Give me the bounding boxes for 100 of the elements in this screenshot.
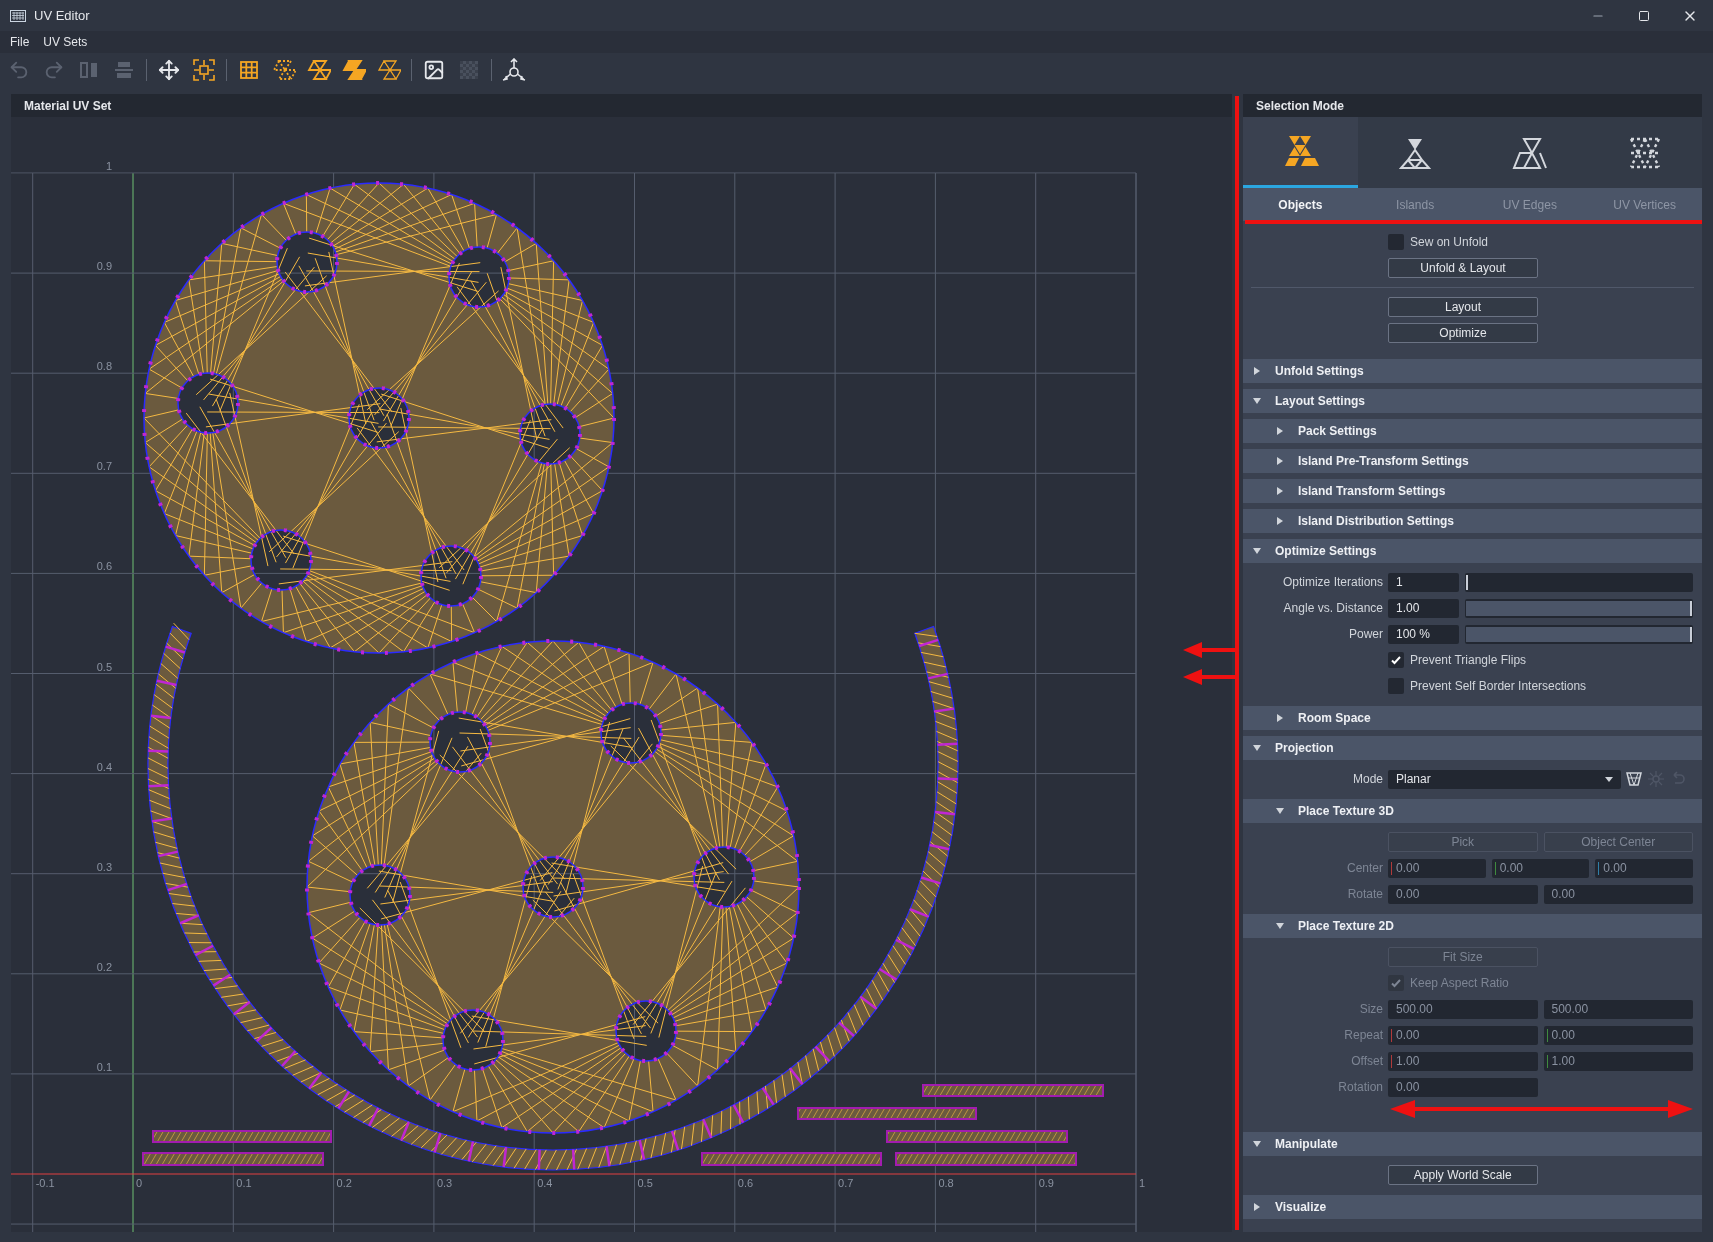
mode-icon-tab[interactable] bbox=[1243, 117, 1358, 188]
checkbox-label: Keep Aspect Ratio bbox=[1410, 975, 1509, 992]
field-label: Center bbox=[1346, 860, 1383, 877]
collapse-icon bbox=[1253, 1140, 1261, 1148]
field-value: 500.00 bbox=[1551, 1001, 1589, 1018]
section-header[interactable]: Pack Settings bbox=[1243, 419, 1702, 443]
field-value: 0.00 bbox=[1603, 860, 1627, 877]
axis-label: 0.1 bbox=[236, 1177, 252, 1189]
section-header[interactable]: Place Texture 2D bbox=[1243, 914, 1702, 938]
collapse-icon bbox=[1253, 397, 1261, 405]
projector-icon[interactable] bbox=[1625, 770, 1643, 788]
annotation-arrow bbox=[1183, 669, 1235, 685]
triangle-mesh-icon[interactable] bbox=[342, 58, 366, 81]
axis-label: 0.9 bbox=[96, 260, 112, 273]
window-title: UV Editor bbox=[34, 6, 90, 25]
section-header[interactable]: Projection bbox=[1243, 736, 1702, 760]
app-icon bbox=[10, 9, 26, 22]
number-field[interactable]: 100 % bbox=[1388, 624, 1459, 644]
number-field[interactable]: 1 bbox=[1388, 572, 1459, 592]
axis-label: 0.5 bbox=[637, 1177, 653, 1189]
field-value: 500.00 bbox=[1396, 1001, 1433, 1018]
axis-label: 0.3 bbox=[96, 860, 112, 873]
axis-label: 1 bbox=[105, 160, 112, 172]
field-label: Rotation bbox=[1338, 1079, 1383, 1096]
panel-button[interactable]: Apply World Scale bbox=[1388, 1165, 1538, 1185]
menu-item[interactable]: UV Sets bbox=[43, 33, 88, 51]
menu-item[interactable]: File bbox=[10, 33, 30, 51]
panel-header: Material UV Set bbox=[11, 94, 1232, 117]
panel-button[interactable]: Layout bbox=[1388, 297, 1538, 317]
dropdown-value: Planar bbox=[1396, 771, 1431, 788]
panel-button[interactable]: Unfold & Layout bbox=[1388, 258, 1538, 278]
gizmo-icon[interactable] bbox=[502, 57, 526, 82]
section-header[interactable]: Place Texture 3D bbox=[1243, 799, 1702, 823]
section-header[interactable]: Island Transform Settings bbox=[1243, 479, 1702, 503]
expand-icon bbox=[1276, 427, 1284, 435]
field-label: Angle vs. Distance bbox=[1283, 600, 1383, 617]
section-header[interactable]: Visualize bbox=[1243, 1195, 1702, 1219]
move-icon[interactable] bbox=[158, 58, 180, 81]
field-value: 1.00 bbox=[1551, 1053, 1575, 1070]
triangle-mesh-icon[interactable] bbox=[307, 58, 331, 81]
section-header[interactable]: Room Space bbox=[1243, 706, 1702, 730]
checkbox[interactable] bbox=[1388, 652, 1404, 668]
field-label: Optimize Iterations bbox=[1282, 574, 1383, 591]
axis-label: 0.8 bbox=[938, 1177, 954, 1189]
mode-dropdown[interactable]: Planar bbox=[1388, 769, 1621, 789]
image-icon[interactable] bbox=[423, 58, 445, 81]
number-field[interactable]: 1.00 bbox=[1388, 598, 1459, 618]
collapse-icon bbox=[1276, 922, 1284, 930]
axis-label: 0.7 bbox=[96, 460, 112, 473]
axis-label: 0.7 bbox=[838, 1177, 854, 1189]
axis-label: 0.4 bbox=[96, 760, 112, 773]
axis-label: 0.6 bbox=[737, 1177, 754, 1189]
section-header[interactable]: Island Pre-Transform Settings bbox=[1243, 449, 1702, 473]
expand-icon bbox=[1276, 487, 1284, 495]
triangle-mesh-icon[interactable] bbox=[377, 58, 401, 81]
grid-icon[interactable] bbox=[238, 58, 260, 81]
axis-label: -0.1 bbox=[35, 1177, 55, 1189]
slider-track[interactable] bbox=[1465, 572, 1693, 592]
dropdown-caret-icon bbox=[1605, 776, 1613, 782]
field-label: Size bbox=[1359, 1001, 1383, 1018]
axis-label: 0.3 bbox=[436, 1177, 453, 1189]
collapse-icon bbox=[1276, 807, 1284, 815]
field-label: Mode bbox=[1352, 771, 1383, 788]
collapse-icon bbox=[1253, 547, 1261, 555]
section-header[interactable]: Manipulate bbox=[1243, 1132, 1702, 1156]
annotation-arrow bbox=[1183, 642, 1235, 658]
field-value: 0.00 bbox=[1551, 1027, 1575, 1044]
mode-tab[interactable]: Objects bbox=[1243, 188, 1358, 221]
panel-button[interactable]: Optimize bbox=[1388, 323, 1538, 343]
checkbox[interactable] bbox=[1388, 234, 1404, 250]
maximize-icon[interactable] bbox=[1638, 9, 1650, 22]
checkbox[interactable] bbox=[1388, 678, 1404, 694]
field-label: Repeat bbox=[1344, 1027, 1383, 1044]
section-header[interactable]: Unfold Settings bbox=[1243, 359, 1702, 383]
expand-icon bbox=[1276, 457, 1284, 465]
collapse-icon bbox=[1253, 744, 1261, 752]
axis-label: 1 bbox=[1139, 1177, 1146, 1189]
checkbox-label: Prevent Triangle Flips bbox=[1410, 652, 1527, 669]
checkbox-label: Prevent Self Border Intersections bbox=[1410, 678, 1587, 695]
field-label: Rotate bbox=[1347, 886, 1383, 903]
section-header[interactable]: Island Distribution Settings bbox=[1243, 509, 1702, 533]
field-value: 0.00 bbox=[1396, 860, 1420, 877]
section-header[interactable]: Layout Settings bbox=[1243, 389, 1702, 413]
axis-label: 0 bbox=[136, 1177, 143, 1189]
panel-header: Selection Mode bbox=[1243, 94, 1702, 117]
field-value: 0.00 bbox=[1499, 860, 1523, 877]
axis-label: 0.4 bbox=[537, 1177, 553, 1189]
field-value: 0.00 bbox=[1551, 886, 1575, 903]
triangle-mesh-icon[interactable] bbox=[272, 58, 296, 81]
transform-icon[interactable] bbox=[192, 57, 216, 82]
field-label: Offset bbox=[1351, 1053, 1383, 1070]
checkbox-label: Sew on Unfold bbox=[1410, 234, 1489, 251]
axis-label: 0.2 bbox=[336, 1177, 352, 1189]
field-value: 1.00 bbox=[1396, 1053, 1420, 1070]
axis-label: 0.5 bbox=[96, 660, 112, 673]
field-value: 0.00 bbox=[1396, 886, 1420, 903]
expand-icon bbox=[1253, 1203, 1261, 1211]
expand-icon bbox=[1253, 367, 1261, 375]
axis-label: 0.6 bbox=[96, 560, 112, 573]
section-header[interactable]: Optimize Settings bbox=[1243, 539, 1702, 563]
